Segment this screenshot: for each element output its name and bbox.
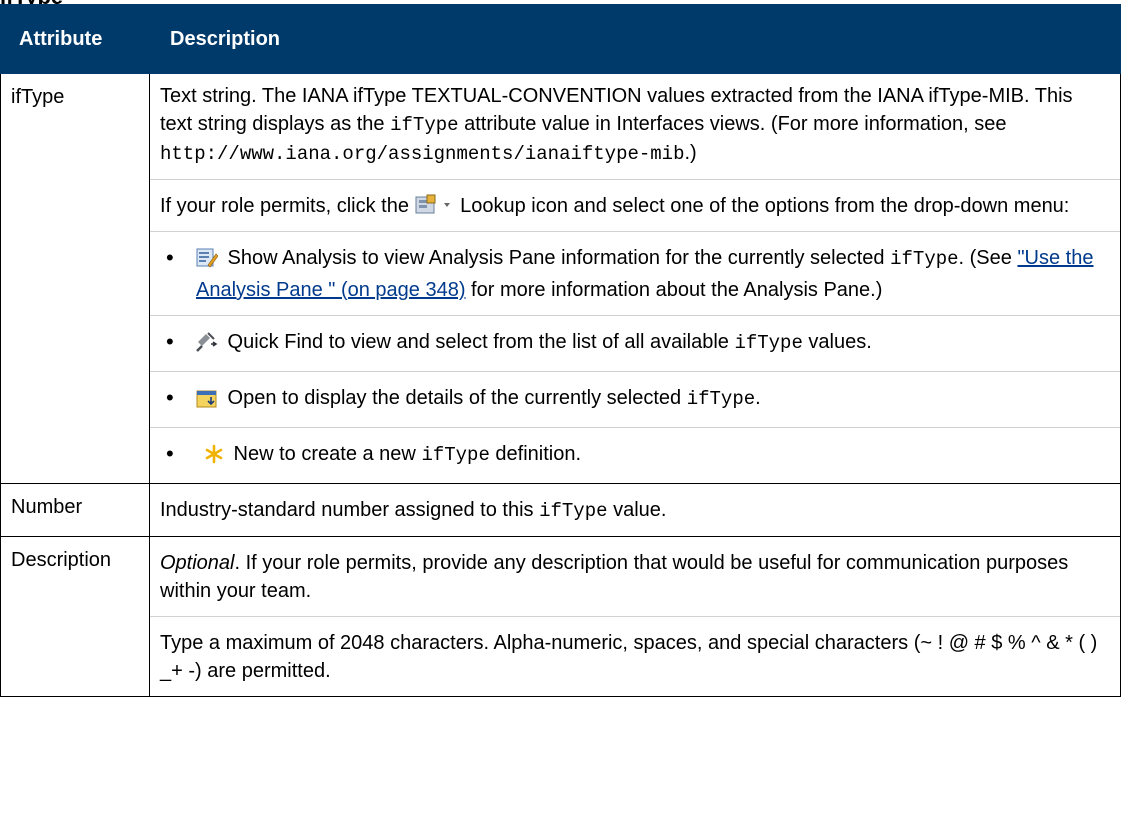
list-item: Show Analysis to view Analysis Pane info… [160,244,1108,304]
attribute-description: Industry-standard number assigned to thi… [149,483,1121,537]
list-item: Open to display the details of the curre… [160,384,1108,416]
table-row: Description Optional. If your role permi… [0,536,1121,697]
table-row: Number Industry-standard number assigned… [0,483,1121,537]
table-header-row: Attribute Description [0,4,1121,74]
iana-url: http://www.iana.org/assignments/ianaifty… [160,143,685,165]
attribute-description: Optional. If your role permits, provide … [149,536,1121,697]
lookup-paragraph: If your role permits, click the Lookup i… [160,194,1070,217]
iftype-paragraph: Text string. The IANA ifType TEXTUAL-CON… [160,85,1073,165]
lookup-icon[interactable] [415,194,455,216]
list-item: New to create a new ifType definition. [160,440,1108,472]
table-row: ifType Text string. The IANA ifType TEXT… [0,73,1121,484]
list-item: Quick Find to view and select from the l… [160,328,1108,360]
attribute-name: Number [0,483,150,537]
quick-find-icon [196,332,218,360]
new-icon [204,444,224,472]
attribute-name: ifType [0,73,150,484]
attributes-table: Attribute Description ifType Text string… [0,4,1121,697]
open-icon [196,388,218,416]
header-attribute: Attribute [0,4,150,74]
header-description: Description [149,4,1121,74]
attribute-name: Description [0,536,150,697]
attribute-description: Text string. The IANA ifType TEXTUAL-CON… [149,73,1121,484]
show-analysis-icon [196,248,219,276]
